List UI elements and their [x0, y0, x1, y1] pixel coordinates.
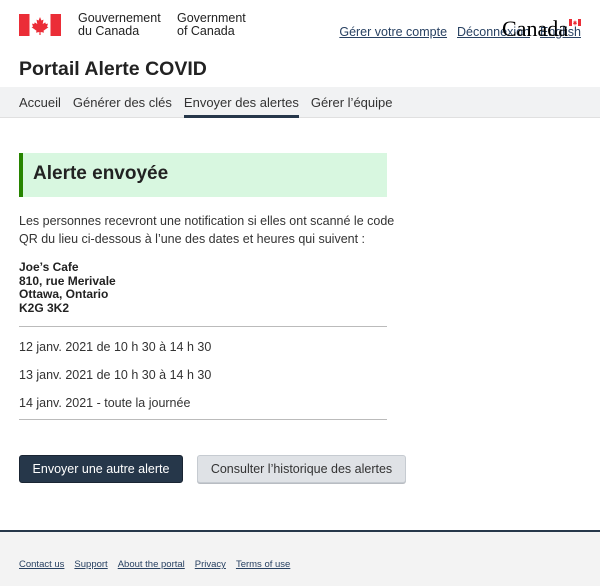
venue-name: Joe’s Cafe [19, 260, 79, 274]
manage-account-link[interactable]: Gérer votre compte [339, 25, 447, 39]
list-item: 13 janv. 2021 de 10 h 30 à 14 h 30 [19, 368, 212, 382]
gov-name-fr: Gouvernement du Canada [78, 12, 161, 38]
nav-item-send-alerts[interactable]: Envoyer des alertes [183, 87, 299, 118]
nav-item-generate-keys[interactable]: Générer des clés [73, 87, 172, 118]
alert-title: Alerte envoyée [33, 163, 169, 184]
venue-postal-code: K2G 3K2 [19, 300, 70, 315]
footer-link-support[interactable]: Support [74, 559, 107, 570]
gov-name-fr-line2: du Canada [78, 24, 140, 38]
venue-city: Ottawa, Ontario [19, 287, 109, 301]
gov-name-en-line2: of Canada [177, 24, 235, 38]
wordmark-flag-icon [569, 19, 581, 26]
venue-street: 810, rue Merivale [19, 273, 116, 288]
gov-name-en: Government of Canada [177, 12, 246, 38]
site-footer: Contact us Support About the portal Priv… [0, 530, 600, 586]
view-alert-history-button[interactable]: Consulter l’historique des alertes [197, 455, 406, 483]
nav-item-home[interactable]: Accueil [19, 87, 61, 118]
canada-wordmark: Canada [502, 16, 568, 41]
main-nav: Accueil Générer des clés Envoyer des ale… [0, 87, 600, 118]
nav-item-manage-team[interactable]: Gérer l’équipe [311, 87, 393, 118]
footer-link-contact[interactable]: Contact us [19, 559, 64, 570]
success-alert: Alerte envoyée [19, 153, 387, 197]
footer-link-about[interactable]: About the portal [118, 559, 185, 570]
footer-link-terms[interactable]: Terms of use [236, 559, 290, 570]
list-item: 12 janv. 2021 de 10 h 30 à 14 h 30 [19, 340, 212, 354]
page-title: Portail Alerte COVID [19, 58, 207, 80]
intro-text: Les personnes recevront une notification… [19, 214, 395, 246]
footer-link-privacy[interactable]: Privacy [195, 559, 226, 570]
alert-dates-list: 12 janv. 2021 de 10 h 30 à 14 h 30 13 ja… [19, 326, 387, 417]
list-item: 14 janv. 2021 - toute la journée [19, 396, 191, 410]
divider [19, 419, 387, 420]
send-another-alert-button[interactable]: Envoyer une autre alerte [19, 455, 183, 483]
canada-flag-icon [19, 14, 61, 36]
venue-address: Joe’s Cafe 810, rue Merivale Ottawa, Ont… [19, 260, 116, 315]
footer-links: Contact us Support About the portal Priv… [19, 559, 290, 570]
